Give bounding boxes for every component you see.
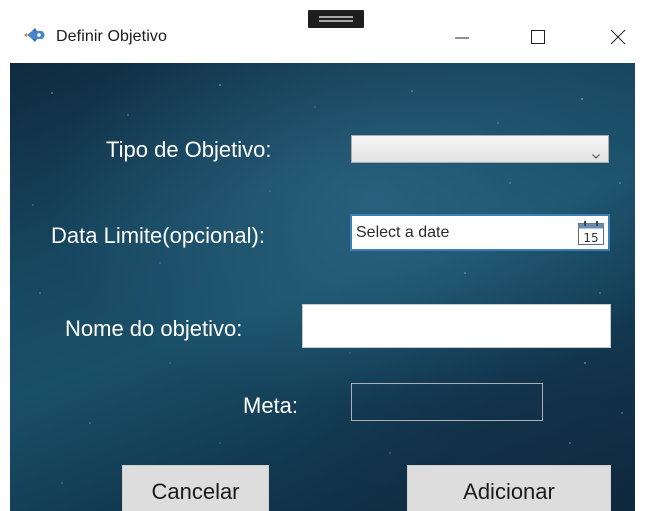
- calendar-day: 15: [583, 231, 598, 245]
- minimize-icon: [454, 29, 470, 45]
- date-placeholder[interactable]: Select a date: [356, 224, 449, 242]
- nome-objetivo-input[interactable]: [302, 304, 611, 348]
- maximize-icon: [530, 29, 546, 45]
- starfield-background: [32, 84, 623, 484]
- chevron-down-icon: [592, 146, 600, 164]
- maximize-button[interactable]: [518, 20, 558, 54]
- calendar-icon[interactable]: 15: [577, 220, 605, 246]
- close-button[interactable]: [598, 20, 638, 54]
- nome-objetivo-label: Nome do objetivo:: [65, 316, 243, 341]
- dialog-window: Definir Objetivo Tipo de Objetivo: Data …: [0, 0, 645, 511]
- grip-line: [319, 20, 353, 22]
- cancel-button[interactable]: Cancelar: [122, 465, 269, 511]
- drag-handle[interactable]: [308, 10, 364, 28]
- title-bar[interactable]: Definir Objetivo: [0, 0, 645, 63]
- add-button[interactable]: Adicionar: [407, 465, 611, 511]
- tipo-objetivo-combobox[interactable]: [351, 135, 609, 163]
- form-panel: Tipo de Objetivo: Data Limite(opcional):…: [10, 63, 635, 511]
- minimize-button[interactable]: [442, 20, 482, 54]
- grip-line: [319, 16, 353, 18]
- tipo-objetivo-label: Tipo de Objetivo:: [106, 137, 272, 162]
- data-limite-datepicker[interactable]: Select a date 15: [350, 214, 610, 251]
- meta-input[interactable]: [351, 383, 543, 421]
- meta-label: Meta:: [243, 393, 299, 418]
- close-icon: [610, 29, 626, 45]
- data-limite-label: Data Limite(opcional):: [51, 223, 265, 248]
- rocket-icon: [24, 27, 48, 43]
- window-title: Definir Objetivo: [56, 28, 167, 45]
